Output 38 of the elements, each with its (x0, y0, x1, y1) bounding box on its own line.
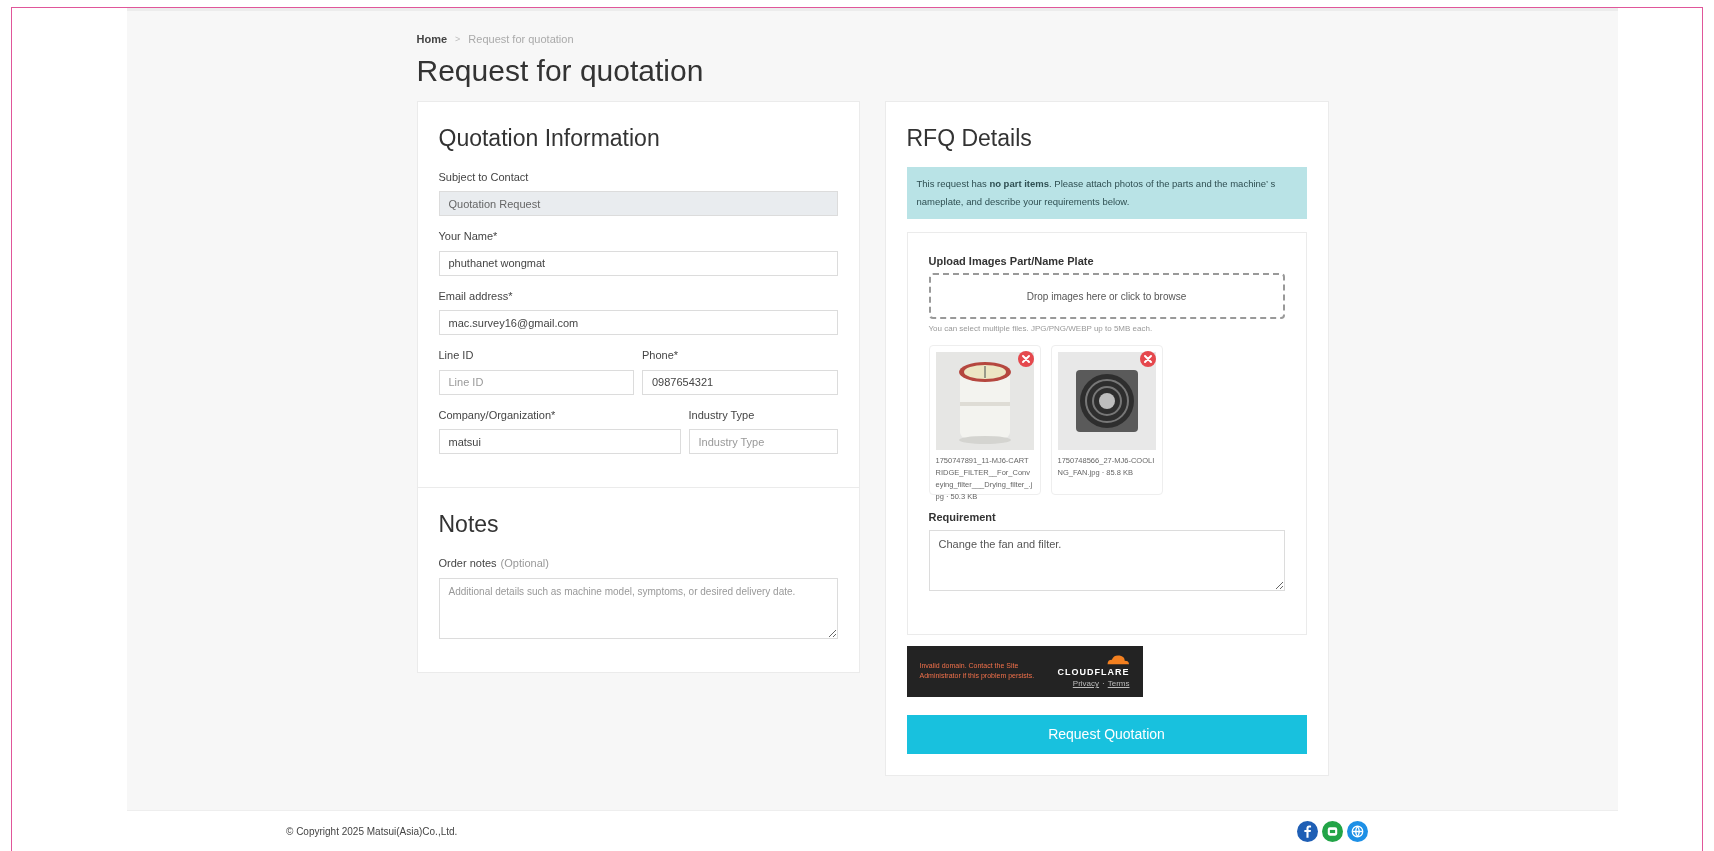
input-field[interactable]: matsui (438, 429, 681, 454)
dropzone[interactable]: Drop images here or click to browse (928, 273, 1285, 319)
field-label: Phone* (642, 348, 680, 363)
breadcrumb-separator: > (455, 32, 461, 46)
field-label: Upload Images Part/Name Plate (928, 253, 1095, 269)
remove-icon[interactable] (1017, 351, 1034, 367)
field-label: Company/Organization* (438, 407, 557, 423)
input-field[interactable]: phuthanet wongmat (438, 250, 838, 276)
captcha-link[interactable]: Terms (1107, 679, 1130, 689)
notes-textarea[interactable]: Additional details such as machine model, symptoms, or desired delivery date. (438, 577, 838, 639)
field-label: Requirement (928, 510, 997, 525)
section-title: Quotation Information (438, 123, 661, 152)
page-title: Request for quotation (416, 52, 705, 89)
input-field[interactable]: Line ID (438, 369, 634, 395)
breadcrumb-link[interactable]: Home (416, 31, 448, 48)
copyright-text: © Copyright 2025 Matsui(Asia)Co.,Ltd. (286, 824, 458, 839)
field-label: Your Name* (438, 229, 499, 244)
field-label: Industry Type (688, 407, 756, 423)
field-label: Order notes (438, 556, 497, 571)
section-title: RFQ Details (906, 123, 1033, 152)
captcha-link[interactable]: Privacy (1072, 679, 1100, 689)
requirement-textarea[interactable]: Change the fan and filter. (928, 529, 1285, 591)
info-alert: This request has no part items. Please attach photos of the parts and the machine’ s nameplate, and describe your requirements below. (906, 166, 1307, 219)
brand-label: CLOUDFLARE (1057, 667, 1130, 677)
field-label: Subject to Contact (438, 169, 530, 185)
link-separator: · (1102, 679, 1105, 689)
facebook-icon[interactable] (1297, 820, 1318, 842)
globe-icon[interactable] (1347, 820, 1368, 842)
optional-note: (Optional) (500, 556, 549, 571)
input-field[interactable]: 0987654321 (642, 369, 838, 395)
input-field[interactable]: Industry Type (688, 429, 838, 454)
input-field[interactable]: mac.survey16@gmail.com (438, 310, 838, 335)
chat-icon[interactable] (1322, 820, 1343, 842)
field-label: Email address* (438, 288, 514, 304)
remove-icon[interactable] (1139, 351, 1156, 367)
section-title: Notes (438, 510, 500, 538)
field-label: Line ID (438, 348, 475, 363)
upload-hint: You can select multiple files. JPG/PNG/WEBP up to 5MB each. (928, 323, 1154, 335)
